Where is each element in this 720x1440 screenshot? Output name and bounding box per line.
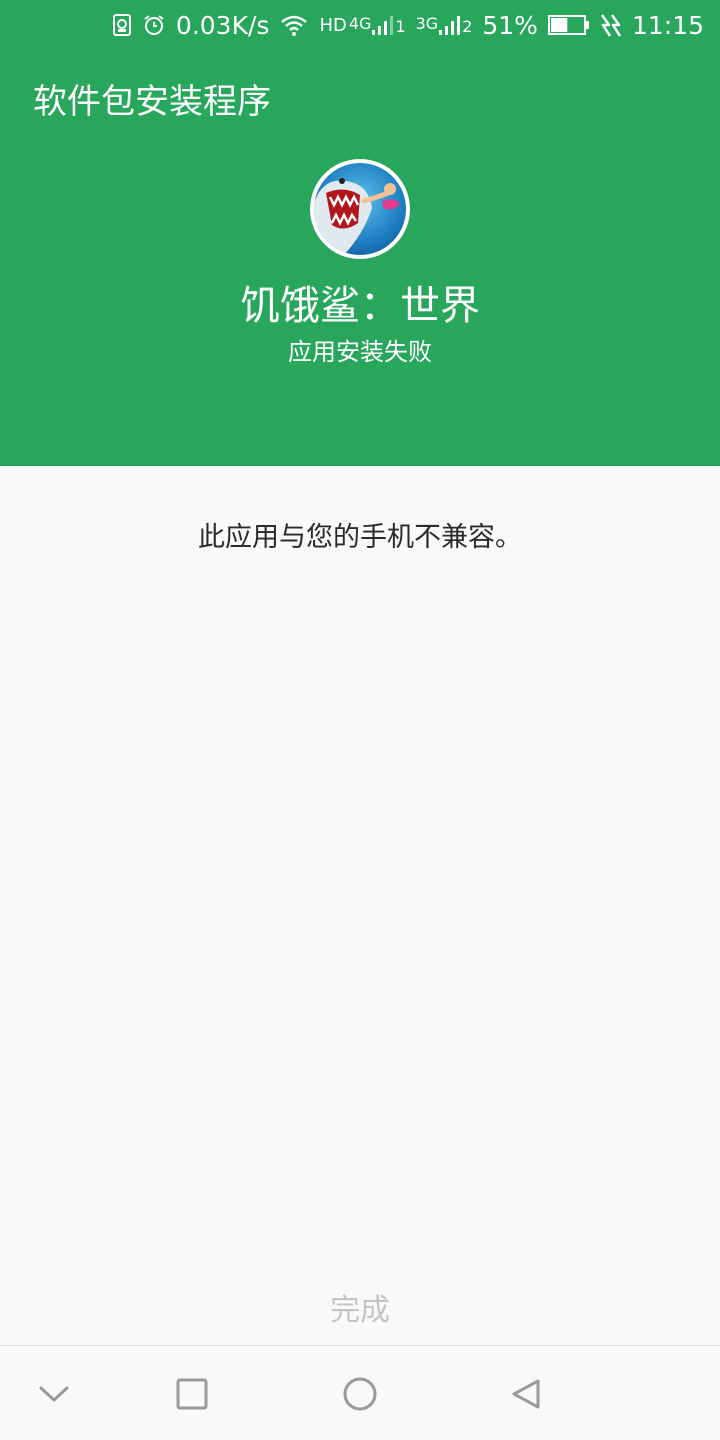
page-title: 软件包安装程序 xyxy=(33,82,271,122)
shark-game-icon xyxy=(314,163,406,255)
chevron-down-icon[interactable] xyxy=(26,1366,82,1422)
app-icon xyxy=(310,159,410,259)
clock-time: 11:15 xyxy=(631,10,704,40)
sim1-network-type: 4G xyxy=(348,14,372,33)
back-triangle-icon[interactable] xyxy=(498,1366,554,1422)
network-speed: 0.03K/s xyxy=(175,10,270,40)
sim1-index: 1 xyxy=(395,17,406,36)
charging-bolt-icon xyxy=(600,12,622,38)
battery-percent: 51% xyxy=(482,10,538,40)
signal-sim2: 3G 2 xyxy=(416,14,473,36)
signal-sim1: HD 4G 1 xyxy=(319,14,405,36)
signal-bars-icon xyxy=(439,16,461,35)
home-circle-icon[interactable] xyxy=(332,1366,388,1422)
navigation-bar xyxy=(0,1346,720,1440)
alarm-clock-icon xyxy=(142,13,166,37)
sim2-network-type: 3G xyxy=(415,14,439,33)
battery-icon xyxy=(547,14,590,36)
error-message: 此应用与您的手机不兼容。 xyxy=(198,522,522,553)
recents-square-icon[interactable] xyxy=(164,1366,220,1422)
header: 0.03K/s HD 4G 1 3G 2 51% 11:15 软件包安装程序 饥… xyxy=(0,0,720,466)
install-status: 应用安装失败 xyxy=(288,338,432,366)
hd-label: HD xyxy=(319,14,347,36)
done-button[interactable]: 完成 xyxy=(260,1278,460,1336)
app-name: 饥饿鲨：世界 xyxy=(240,283,480,329)
signal-bars-icon xyxy=(372,16,394,35)
sim-card-icon xyxy=(112,13,132,37)
sim2-index: 2 xyxy=(462,17,473,36)
status-bar: 0.03K/s HD 4G 1 3G 2 51% 11:15 xyxy=(0,0,720,50)
wifi-icon xyxy=(279,13,309,37)
